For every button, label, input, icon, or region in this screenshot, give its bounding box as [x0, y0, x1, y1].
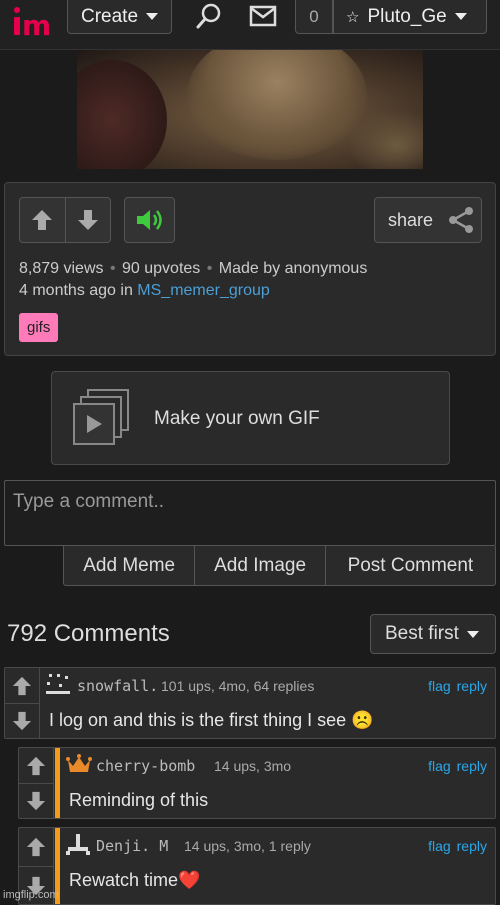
post-vote-group — [19, 197, 111, 243]
comment-vote-group — [19, 748, 54, 818]
sort-dropdown[interactable]: Best first — [370, 614, 496, 654]
crown-avatar[interactable] — [66, 752, 92, 776]
flag-link[interactable]: flag — [428, 758, 451, 774]
username: Pluto_Ge — [367, 5, 447, 27]
arrow-up-icon — [26, 756, 46, 775]
flag-link[interactable]: flag — [428, 678, 451, 694]
post-info-panel: share 8,879 views • 90 upvotes • Made by… — [4, 182, 496, 356]
imgflip-logo[interactable]: m — [14, 7, 54, 42]
make-gif-label: Make your own GIF — [154, 408, 320, 429]
arrow-down-icon — [77, 210, 98, 230]
reply-link[interactable]: reply — [457, 758, 487, 774]
logo-m: m — [22, 9, 51, 42]
views-count: 8,879 views — [19, 260, 104, 277]
comment-username[interactable]: cherry-bomb — [96, 757, 195, 775]
add-meme-button[interactable]: Add Meme — [64, 546, 194, 585]
comment-actions-links: flag reply — [428, 758, 487, 774]
comment-downvote-button[interactable] — [19, 783, 53, 818]
downvote-button[interactable] — [64, 198, 110, 242]
made-by: Made by anonymous — [218, 260, 368, 277]
upvotes-count: 90 upvotes — [122, 260, 201, 277]
chevron-down-icon — [455, 13, 468, 20]
comment-text: Reminding of this — [69, 790, 209, 810]
comment-input[interactable]: Type a comment.. — [4, 480, 496, 546]
comment-upvote-button[interactable] — [19, 748, 53, 783]
star-icon: ☆ — [346, 8, 360, 26]
add-image-button[interactable]: Add Image — [194, 546, 324, 585]
tag-gifs[interactable]: gifs — [19, 313, 59, 342]
avatar[interactable] — [45, 672, 71, 696]
time-prefix: 4 months ago in — [19, 282, 138, 299]
comment-actions-links: flag reply — [428, 678, 487, 694]
reply-link[interactable]: reply — [457, 678, 487, 694]
avatar[interactable] — [65, 832, 91, 856]
comment-item: cherry-bomb 14 ups, 3mo flag reply Remind… — [18, 747, 496, 819]
user-menu-button[interactable]: ☆ Pluto_Ge — [333, 0, 487, 34]
flag-link[interactable]: flag — [428, 838, 451, 854]
comment-meta: 101 ups, 4mo, 64 replies — [161, 678, 315, 694]
comment-downvote-button[interactable] — [5, 703, 39, 738]
arrow-up-icon — [26, 837, 46, 857]
comment-username[interactable]: snowfall. — [77, 677, 158, 695]
gif-stack-icon — [73, 389, 129, 445]
make-gif-button[interactable]: Make your own GIF — [51, 371, 450, 465]
arrow-down-icon — [12, 711, 32, 731]
sound-toggle-button[interactable] — [124, 197, 175, 243]
arrow-up-icon — [12, 676, 32, 695]
comment-item: Denji. M 14 ups, 3mo, 1 reply flag reply … — [18, 827, 496, 905]
notification-count[interactable]: 0 — [295, 0, 333, 34]
logo-dot — [14, 7, 20, 13]
post-comment-button[interactable]: Post Comment — [324, 546, 495, 585]
comment-text: Rewatch time❤️ — [69, 870, 201, 890]
chevron-down-icon — [146, 13, 159, 20]
share-label: share — [388, 209, 434, 230]
comment-username[interactable]: Denji. M — [96, 837, 168, 855]
comment-upvote-button[interactable] — [19, 828, 53, 866]
sort-label: Best first — [385, 623, 459, 644]
comment-meta: 14 ups, 3mo — [214, 758, 292, 774]
comment-vote-group — [5, 668, 40, 738]
logo-bar — [14, 17, 20, 35]
comment-text: I log on and this is the first thing I s… — [49, 710, 374, 730]
arrow-down-icon — [26, 791, 46, 811]
comment-meta: 14 ups, 3mo, 1 reply — [184, 838, 311, 854]
share-button[interactable]: share — [374, 197, 482, 243]
chevron-down-icon — [466, 630, 479, 638]
reply-accent-bar — [55, 748, 60, 818]
post-time: 4 months ago in MS_memer_group — [19, 282, 270, 300]
comment-item: snowfall. 101 ups, 4mo, 64 replies flag r… — [4, 667, 496, 739]
comment-upvote-button[interactable] — [5, 668, 39, 703]
comment-actions-links: flag reply — [428, 838, 487, 854]
post-stats: 8,879 views • 90 upvotes • Made by anony… — [19, 260, 368, 277]
mail-icon[interactable] — [249, 5, 277, 32]
watermark: imgflip.com — [3, 889, 59, 901]
share-icon — [449, 207, 474, 233]
comments-count: 792 Comments — [7, 620, 170, 647]
top-nav-bar: m Create 0 ☆ Pluto_Ge — [0, 0, 500, 50]
speaker-icon — [136, 210, 162, 230]
comment-actions: Add Meme Add Image Post Comment — [63, 546, 496, 586]
gif-media[interactable] — [77, 50, 423, 169]
upvote-button[interactable] — [20, 198, 65, 242]
reply-link[interactable]: reply — [457, 838, 487, 854]
group-link[interactable]: MS_memer_group — [137, 282, 270, 299]
create-button[interactable]: Create — [67, 0, 172, 34]
arrow-up-icon — [32, 210, 53, 230]
search-icon[interactable] — [195, 2, 223, 35]
create-label: Create — [81, 5, 139, 27]
